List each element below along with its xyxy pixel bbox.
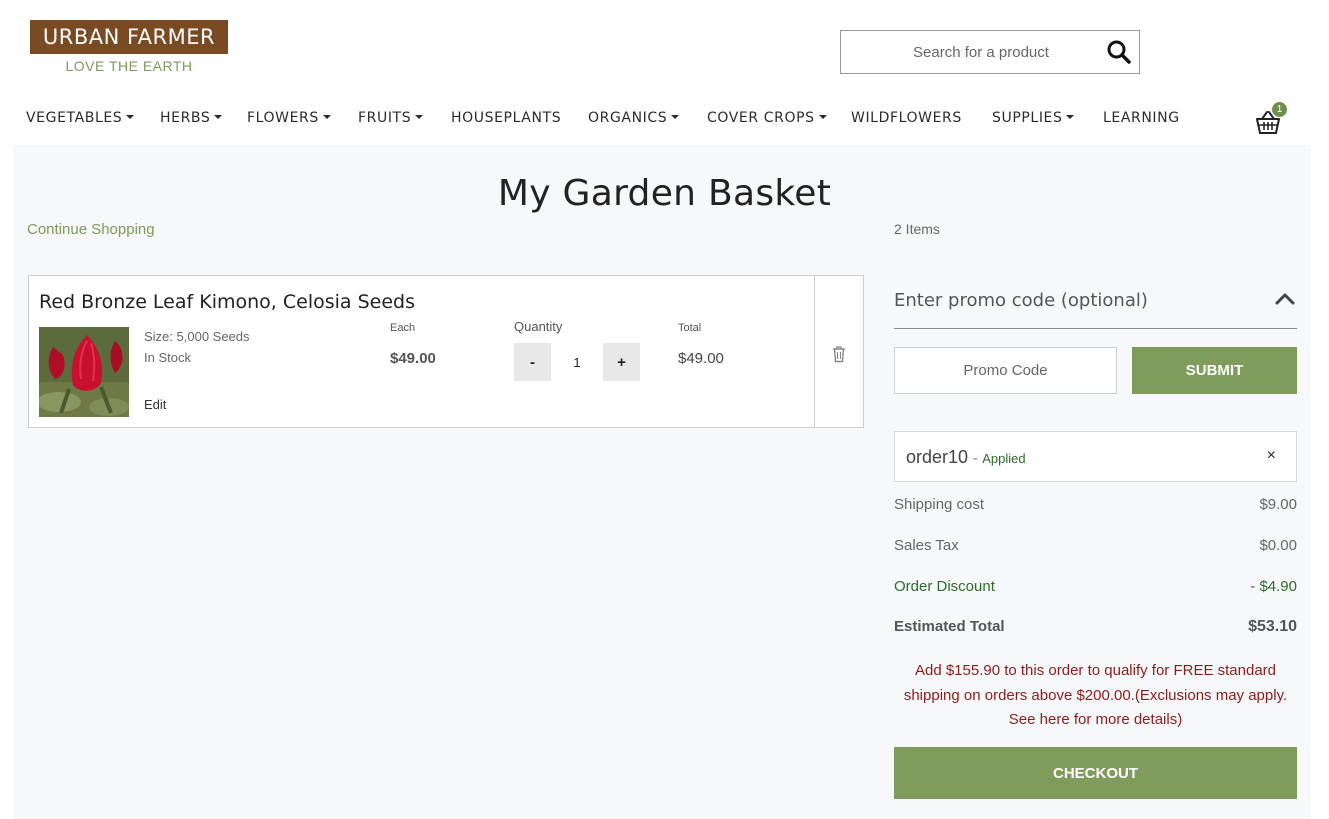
product-name[interactable]: Red Bronze Leaf Kimono, Celosia Seeds	[39, 291, 415, 313]
site-logo[interactable]: URBAN FARMER LOVE THE EARTH	[30, 20, 228, 77]
discount-value: - $4.90	[1250, 578, 1297, 595]
each-label: Each	[390, 322, 416, 334]
item-divider	[814, 276, 815, 427]
promo-toggle-label: Enter promo code (optional)	[894, 290, 1148, 311]
applied-separator: -	[968, 450, 983, 467]
nav-label: FLOWERS	[247, 110, 319, 126]
caret-down-icon	[214, 115, 223, 119]
tax-label: Sales Tax	[894, 537, 959, 554]
search-icon[interactable]	[1105, 38, 1133, 66]
tax-value: $0.00	[1259, 537, 1297, 554]
nav-item-organics[interactable]: ORGANICS	[588, 110, 680, 126]
applied-promo-text: order10 - Applied	[906, 447, 1026, 468]
nav-label: HOUSEPLANTS	[451, 110, 562, 126]
continue-shopping-link[interactable]: Continue Shopping	[27, 221, 155, 238]
submit-promo-button[interactable]: SUBMIT	[1132, 347, 1297, 394]
checkout-button[interactable]: CHECKOUT	[894, 747, 1297, 799]
estimated-total-value: $53.10	[1248, 618, 1297, 635]
nav-item-learning[interactable]: LEARNING	[1103, 110, 1180, 126]
promo-code-toggle[interactable]: Enter promo code (optional)	[894, 285, 1297, 329]
celosia-image	[39, 327, 129, 417]
increase-quantity-button[interactable]: +	[603, 343, 640, 381]
shipping-label: Shipping cost	[894, 496, 985, 513]
search-bar	[840, 30, 1140, 74]
nav-item-herbs[interactable]: HERBS	[160, 110, 223, 126]
items-count: 2 Items	[894, 221, 940, 237]
shipping-row: Shipping cost $9.00	[894, 496, 1297, 516]
nav-label: ORGANICS	[588, 110, 668, 126]
nav-label: FRUITS	[358, 110, 412, 126]
stock-status: In Stock	[144, 350, 191, 365]
nav-item-supplies[interactable]: SUPPLIES	[992, 110, 1075, 126]
cart-count-badge: 1	[1272, 102, 1287, 117]
trash-icon[interactable]	[831, 345, 847, 363]
applied-code: order10	[906, 447, 969, 467]
nav-item-fruits[interactable]: FRUITS	[358, 110, 424, 126]
nav-label: HERBS	[160, 110, 211, 126]
decrease-quantity-button[interactable]: -	[514, 343, 551, 381]
nav-item-cover-crops[interactable]: COVER CROPS	[707, 110, 827, 126]
nav-item-flowers[interactable]: FLOWERS	[247, 110, 331, 126]
nav-label: COVER CROPS	[707, 110, 815, 126]
free-shipping-notice[interactable]: Add $155.90 to this order to qualify for…	[894, 659, 1297, 733]
estimated-total-label: Estimated Total	[894, 618, 1005, 635]
nav-label: WILDFLOWERS	[851, 110, 962, 126]
search-input[interactable]	[841, 31, 1101, 73]
discount-label: Order Discount	[894, 578, 995, 595]
chevron-up-icon	[1275, 293, 1295, 305]
nav-item-houseplants[interactable]: HOUSEPLANTS	[451, 110, 561, 126]
caret-down-icon	[818, 115, 827, 119]
nav-label: SUPPLIES	[992, 110, 1063, 126]
discount-row: Order Discount - $4.90	[894, 578, 1297, 598]
logo-title: URBAN FARMER	[30, 20, 228, 53]
estimated-total-row: Estimated Total $53.10	[894, 618, 1297, 638]
page-title: My Garden Basket	[497, 173, 832, 214]
applied-status: Applied	[982, 451, 1026, 466]
remove-promo-button[interactable]: ×	[1267, 447, 1276, 465]
tax-row: Sales Tax $0.00	[894, 537, 1297, 557]
promo-code-input[interactable]	[894, 347, 1117, 394]
line-total: $49.00	[678, 350, 724, 367]
total-label: Total	[678, 322, 702, 334]
product-image[interactable]	[39, 327, 129, 417]
cart-button[interactable]: 1	[1254, 102, 1288, 138]
quantity-label: Quantity	[514, 319, 563, 334]
caret-down-icon	[671, 115, 680, 119]
nav-label: VEGETABLES	[26, 110, 123, 126]
shipping-value: $9.00	[1259, 496, 1297, 513]
nav-item-vegetables[interactable]: VEGETABLES	[26, 110, 135, 126]
each-price: $49.00	[390, 350, 436, 367]
caret-down-icon	[1066, 115, 1075, 119]
main-nav: VEGETABLES HERBS FLOWERS FRUITS HOUSEPLA…	[0, 104, 1329, 134]
edit-item-link[interactable]: Edit	[144, 397, 166, 412]
nav-label: LEARNING	[1103, 110, 1180, 126]
caret-down-icon	[322, 115, 331, 119]
product-size: Size: 5,000 Seeds	[144, 329, 250, 344]
applied-promo: order10 - Applied ×	[894, 431, 1297, 482]
nav-item-wildflowers[interactable]: WILDFLOWERS	[851, 110, 962, 126]
caret-down-icon	[415, 115, 424, 119]
logo-tagline: LOVE THE EARTH	[30, 53, 228, 77]
caret-down-icon	[126, 115, 135, 119]
quantity-input[interactable]	[551, 343, 603, 381]
cart-item: Red Bronze Leaf Kimono, Celosia Seeds Si…	[28, 275, 864, 428]
quantity-stepper: - +	[514, 343, 640, 381]
